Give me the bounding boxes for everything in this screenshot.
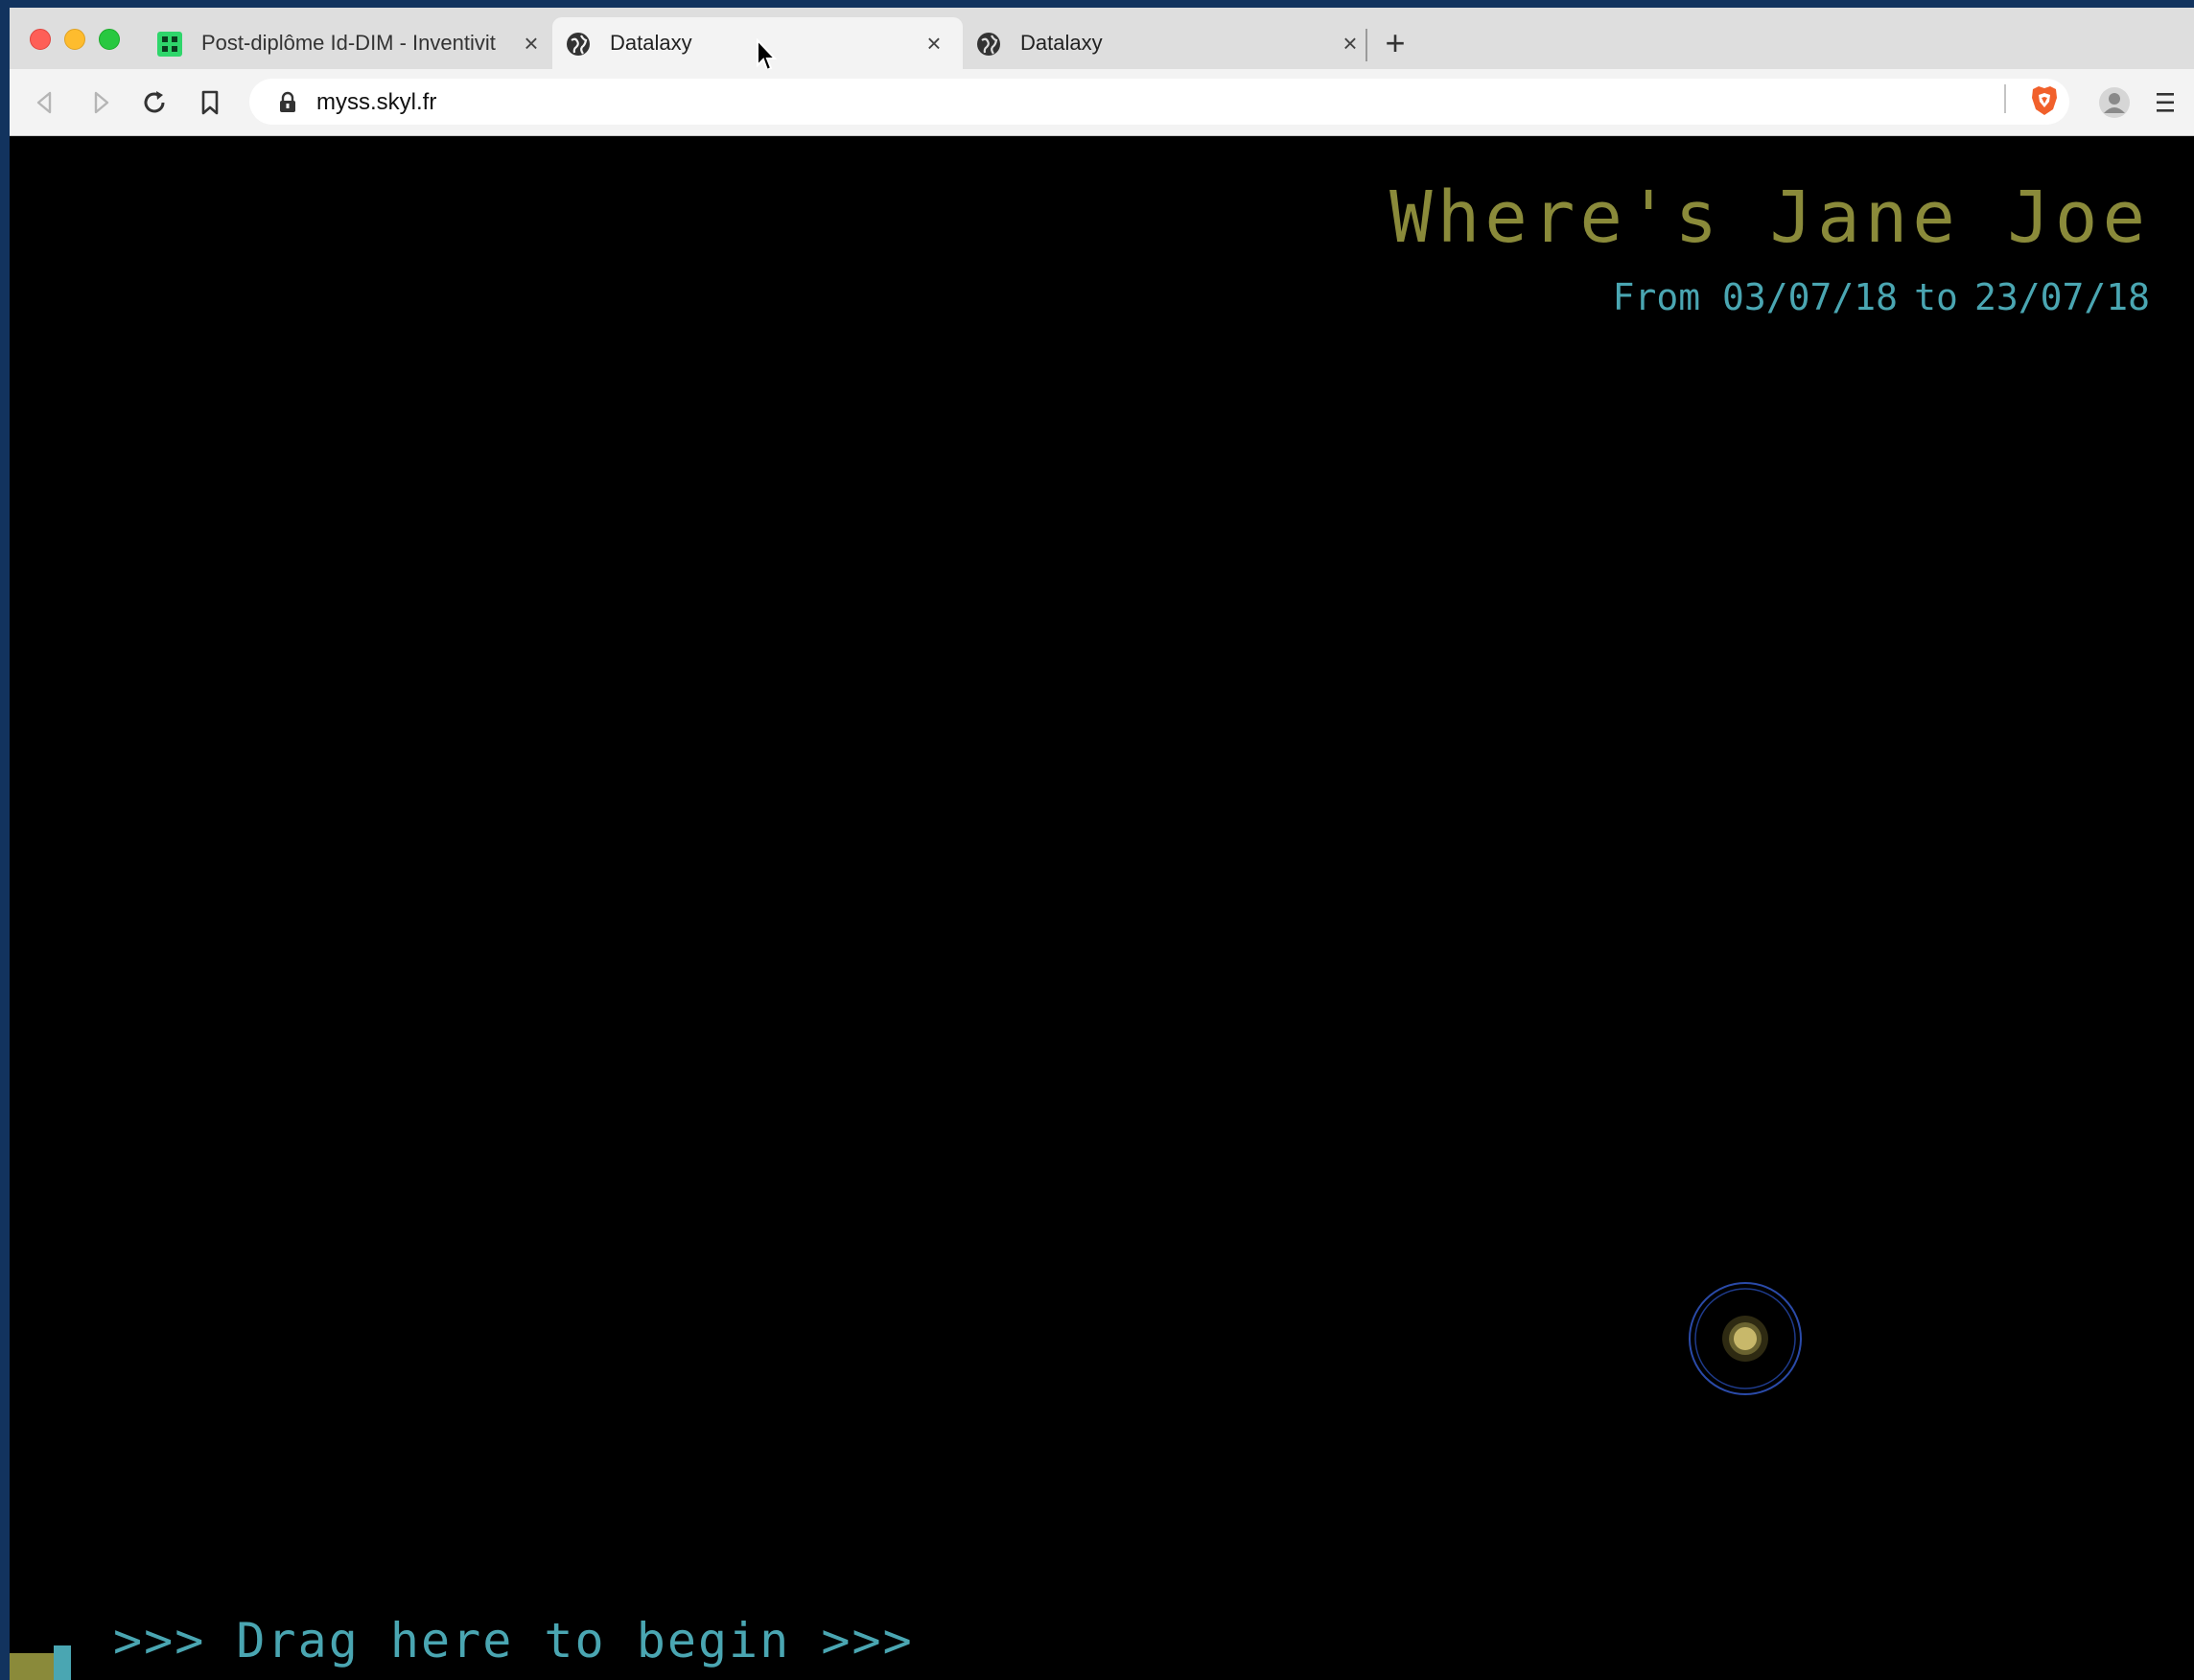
tab-title: Datalaxy xyxy=(610,31,692,55)
date-from: 03/07/18 xyxy=(1721,276,1899,318)
tab-datalaxy[interactable]: Datalaxy × xyxy=(963,17,1373,69)
reload-icon[interactable] xyxy=(140,88,169,117)
date-range: From 03/07/18 to 23/07/18 xyxy=(1613,276,2150,318)
new-tab-button[interactable]: + xyxy=(1381,26,1410,60)
close-window-button[interactable] xyxy=(30,29,51,50)
close-tab-icon[interactable]: × xyxy=(922,31,945,56)
bookmark-icon[interactable] xyxy=(196,88,224,117)
back-icon[interactable] xyxy=(31,88,59,117)
close-tab-icon[interactable]: × xyxy=(1339,31,1362,56)
lock-icon xyxy=(280,91,295,112)
brave-shields-icon[interactable] xyxy=(2030,84,2059,117)
profile-avatar-icon[interactable] xyxy=(2098,86,2131,119)
mouse-cursor-icon xyxy=(757,38,778,72)
tab-post-diplome[interactable]: Post-diplôme Id-DIM - Inventivit × xyxy=(144,17,552,69)
hamburger-menu-icon[interactable] xyxy=(2154,90,2177,115)
url-text: myss.skyl.fr xyxy=(316,89,437,115)
datalaxy-canvas[interactable]: Where's Jane Joe From 03/07/18 to 23/07/18… xyxy=(10,136,2194,1680)
date-from-label: From xyxy=(1612,276,1701,318)
toolbar-separator xyxy=(2004,84,2006,113)
tab-separator xyxy=(1365,29,1367,61)
globe-icon xyxy=(567,33,590,56)
drag-hint-text: >>> Drag here to begin >>> xyxy=(113,1613,914,1668)
maximize-window-button[interactable] xyxy=(99,29,120,50)
green-grid-favicon xyxy=(157,32,182,57)
tab-strip: Post-diplôme Id-DIM - Inventivit × Datal… xyxy=(10,8,2194,72)
address-bar[interactable]: myss.skyl.fr xyxy=(249,79,2069,125)
forward-icon[interactable] xyxy=(86,88,115,117)
tab-title: Datalaxy xyxy=(1020,31,1103,55)
drag-handle[interactable] xyxy=(10,1642,71,1680)
date-to: 23/07/18 xyxy=(1973,276,2150,318)
page-title: Where's Jane Joe xyxy=(1389,176,2150,259)
browser-toolbar: myss.skyl.fr xyxy=(10,69,2194,136)
tab-title: Post-diplôme Id-DIM - Inventivit xyxy=(201,31,496,55)
date-to-label: to xyxy=(1914,276,1958,318)
browser-window: Post-diplôme Id-DIM - Inventivit × Datal… xyxy=(10,8,2194,1680)
star-marker[interactable] xyxy=(1686,1279,1805,1398)
globe-icon xyxy=(977,33,1000,56)
minimize-window-button[interactable] xyxy=(64,29,85,50)
close-tab-icon[interactable]: × xyxy=(520,31,543,56)
